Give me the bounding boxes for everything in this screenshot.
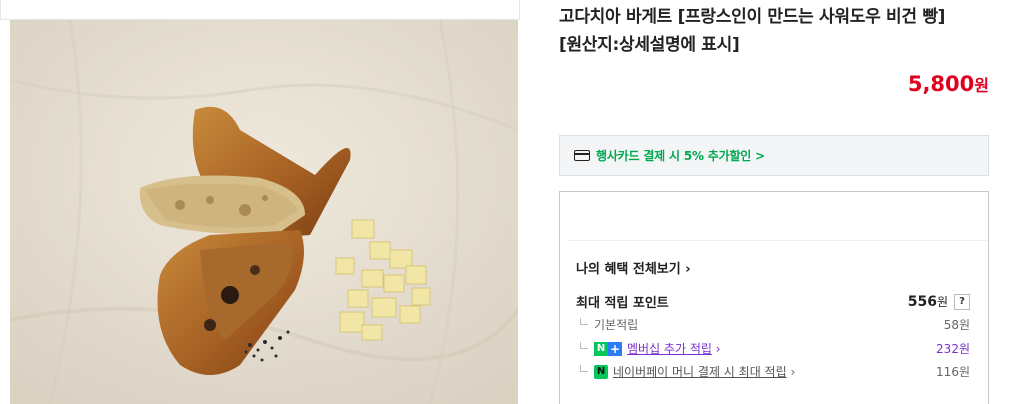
- max-points-unit: 원: [936, 295, 948, 309]
- naver-pay-icon: N: [594, 364, 608, 379]
- chevron-right-icon: ›: [711, 341, 721, 356]
- membership-points-row: N + 멤버십 추가 적립 › 232원: [576, 340, 970, 357]
- tree-line-icon: [580, 342, 588, 349]
- product-image[interactable]: [10, 20, 518, 404]
- plus-icon: +: [608, 341, 622, 356]
- card-promo-text[interactable]: 행사카드 결제 시 5% 추가할인 >: [596, 147, 765, 164]
- naverpay-points-value: 116원: [936, 365, 970, 379]
- membership-points-label-wrap: N + 멤버십 추가 적립 ›: [576, 340, 936, 357]
- naver-n-icon: N: [594, 341, 608, 356]
- basic-points-row: 기본적립 58원: [576, 316, 970, 333]
- basic-points-value: 58원: [943, 318, 970, 332]
- chevron-right-icon: ›: [786, 364, 796, 379]
- naverpay-points-row: N 네이버페이 머니 결제 시 최대 적립 › 116원: [576, 363, 970, 380]
- product-title-line2: [원산지:상세설명에 표시]: [559, 35, 740, 55]
- view-all-benefits-link[interactable]: 나의 혜택 전체보기 ›: [576, 258, 691, 277]
- product-title-line1: 고다치아 바게트 [프랑스인이 만드는 사워도우 비건 빵]: [559, 7, 946, 27]
- question-icon[interactable]: ?: [954, 293, 970, 310]
- product-title: 고다치아 바게트 [프랑스인이 만드는 사워도우 비건 빵] [원산지:상세설명…: [559, 3, 989, 59]
- max-points-label: 최대 적립 포인트: [576, 296, 669, 311]
- tree-line-icon: [580, 365, 588, 372]
- baguette-photo: [10, 20, 518, 404]
- basic-points-label: 기본적립: [594, 318, 639, 332]
- basic-points-label-wrap: 기본적립: [576, 316, 944, 333]
- naverpay-points-label-wrap: N 네이버페이 머니 결제 시 최대 적립 ›: [576, 363, 936, 380]
- benefit-panel: 나의 혜택 전체보기 › 최대 적립 포인트 556원 ? 기본적립 58원 N…: [559, 191, 989, 404]
- card-promo-banner[interactable]: 행사카드 결제 시 5% 추가할인 >: [559, 135, 989, 176]
- product-price: 5,800원: [908, 72, 989, 96]
- chevron-right-icon: ›: [685, 262, 691, 277]
- card-icon: [574, 150, 590, 161]
- membership-points-link[interactable]: 멤버십 추가 적립: [627, 340, 712, 357]
- naverpay-points-link[interactable]: 네이버페이 머니 결제 시 최대 적립: [613, 363, 787, 380]
- price-value: 5,800: [907, 72, 975, 96]
- max-points-value: 556원: [908, 293, 948, 310]
- image-frame-top: [0, 0, 520, 20]
- price-unit: 원: [974, 76, 989, 95]
- benefit-divider: [568, 240, 988, 241]
- membership-points-value: 232원: [936, 342, 970, 356]
- tree-line-icon: [580, 318, 588, 325]
- view-all-benefits-label: 나의 혜택 전체보기: [576, 262, 681, 277]
- max-points-number: 556: [907, 294, 937, 310]
- max-points-row: 최대 적립 포인트 556원 ?: [576, 292, 970, 311]
